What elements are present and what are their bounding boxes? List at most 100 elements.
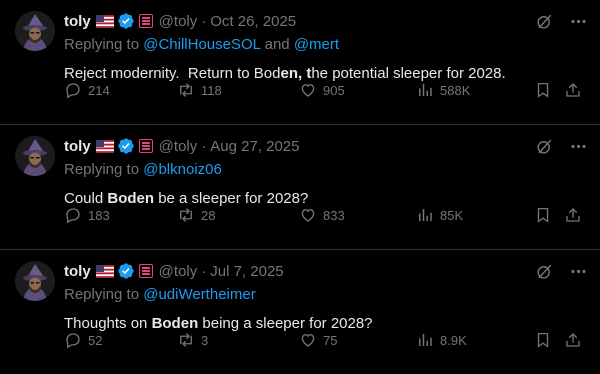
reply-mention-link[interactable]: @ChillHouseSOL [143, 36, 260, 53]
share-icon [566, 208, 580, 222]
grok-icon[interactable] [534, 11, 554, 31]
header-actions [534, 11, 588, 31]
reply-mention-link[interactable]: @udiWertheimer [143, 286, 256, 303]
avatar[interactable] [15, 11, 55, 51]
tweet-date[interactable]: Oct 26, 2025 [210, 13, 296, 30]
tweet-header: toly [64, 136, 588, 156]
repost-icon [180, 333, 192, 347]
like-count: 75 [323, 332, 338, 348]
repost-count: 3 [201, 332, 209, 348]
repost-button[interactable]: 28 [177, 206, 215, 224]
reply-icon [66, 208, 80, 224]
tweet-feed: toly @toly · Oct 26, 2025 Replying to @C… [0, 0, 600, 374]
verified-badge-icon[interactable] [117, 262, 135, 280]
avatar[interactable] [15, 136, 55, 176]
views-icon [419, 84, 432, 96]
reply-button[interactable]: 214 [64, 81, 110, 99]
like-icon [301, 334, 315, 347]
display-name[interactable]: toly [64, 13, 91, 30]
solana-badge-icon [138, 139, 153, 153]
user-handle[interactable]: @toly [159, 138, 198, 155]
repost-button[interactable]: 3 [177, 331, 208, 349]
repost-count: 28 [201, 207, 216, 223]
tweet-date[interactable]: Aug 27, 2025 [210, 138, 299, 155]
us-flag-icon [95, 264, 114, 278]
verified-badge-icon[interactable] [117, 12, 135, 30]
tweet[interactable]: toly [0, 125, 600, 250]
header-actions [534, 261, 588, 281]
repost-icon [180, 208, 192, 222]
replying-to: Replying to @ChillHouseSOL and @mert [64, 36, 588, 56]
replying-to-label: Replying to [64, 161, 144, 178]
user-handle[interactable]: @toly [159, 13, 198, 30]
verified-badge-icon[interactable] [117, 137, 135, 155]
like-button[interactable]: 905 [299, 81, 345, 99]
bookmark-icon [537, 207, 549, 223]
more-icon[interactable] [568, 11, 588, 31]
more-icon[interactable] [568, 261, 588, 281]
repost-button[interactable]: 118 [177, 81, 222, 99]
reply-count: 214 [88, 82, 110, 98]
tweet-date[interactable]: Jul 7, 2025 [210, 263, 283, 280]
reply-icon [66, 83, 80, 99]
reply-joiner: and [260, 36, 294, 53]
solana-badge-icon [138, 264, 153, 278]
tweet[interactable]: toly [0, 0, 600, 125]
share-button[interactable] [564, 331, 582, 349]
avatar[interactable] [15, 261, 55, 301]
views-button[interactable]: 85K [416, 206, 463, 224]
grok-icon[interactable] [534, 136, 554, 156]
action-bar: 183 28 833 85K [64, 205, 588, 225]
separator: · [201, 12, 207, 30]
repost-icon [180, 83, 192, 97]
views-button[interactable]: 8.9K [416, 331, 467, 349]
reply-mention-link[interactable]: @mert [294, 36, 339, 53]
reply-icon [66, 333, 80, 349]
share-icon [566, 83, 580, 97]
tweet-content: toly [64, 261, 588, 334]
replying-to: Replying to @udiWertheimer [64, 286, 588, 306]
views-icon [419, 334, 432, 346]
action-bar: 214 118 905 588K [64, 80, 588, 100]
tweet-content: toly [64, 136, 588, 209]
action-bar: 52 3 75 8.9K [64, 330, 588, 350]
bookmark-icon [537, 82, 549, 98]
bookmark-button[interactable] [534, 81, 552, 99]
solana-badge-icon [138, 14, 153, 28]
reply-mention-link[interactable]: @blknoiz06 [143, 161, 222, 178]
views-button[interactable]: 588K [416, 81, 470, 99]
view-count: 8.9K [440, 332, 467, 348]
share-button[interactable] [564, 81, 582, 99]
us-flag-icon [95, 139, 114, 153]
reply-button[interactable]: 52 [64, 331, 102, 349]
bookmark-button[interactable] [534, 331, 552, 349]
share-button[interactable] [564, 206, 582, 224]
display-name[interactable]: toly [64, 138, 91, 155]
like-count: 833 [323, 207, 345, 223]
user-handle[interactable]: @toly [159, 263, 198, 280]
replying-to: Replying to @blknoiz06 [64, 161, 588, 181]
share-icon [566, 333, 580, 347]
like-icon [301, 209, 315, 222]
like-count: 905 [323, 82, 345, 98]
display-name[interactable]: toly [64, 263, 91, 280]
grok-icon[interactable] [534, 261, 554, 281]
tweet[interactable]: toly [0, 250, 600, 374]
reply-count: 183 [88, 207, 110, 223]
view-count: 588K [440, 82, 471, 98]
separator: · [201, 262, 207, 280]
views-icon [419, 209, 432, 221]
separator: · [201, 137, 207, 155]
tweet-content: toly [64, 11, 588, 84]
view-count: 85K [440, 207, 464, 223]
like-button[interactable]: 833 [299, 206, 345, 224]
like-button[interactable]: 75 [299, 331, 337, 349]
replying-to-label: Replying to [64, 36, 144, 53]
more-icon[interactable] [568, 136, 588, 156]
bookmark-button[interactable] [534, 206, 552, 224]
bookmark-icon [537, 332, 549, 348]
tweet-header: toly [64, 261, 588, 281]
us-flag-icon [95, 14, 114, 28]
reply-button[interactable]: 183 [64, 206, 110, 224]
repost-count: 118 [201, 82, 222, 98]
